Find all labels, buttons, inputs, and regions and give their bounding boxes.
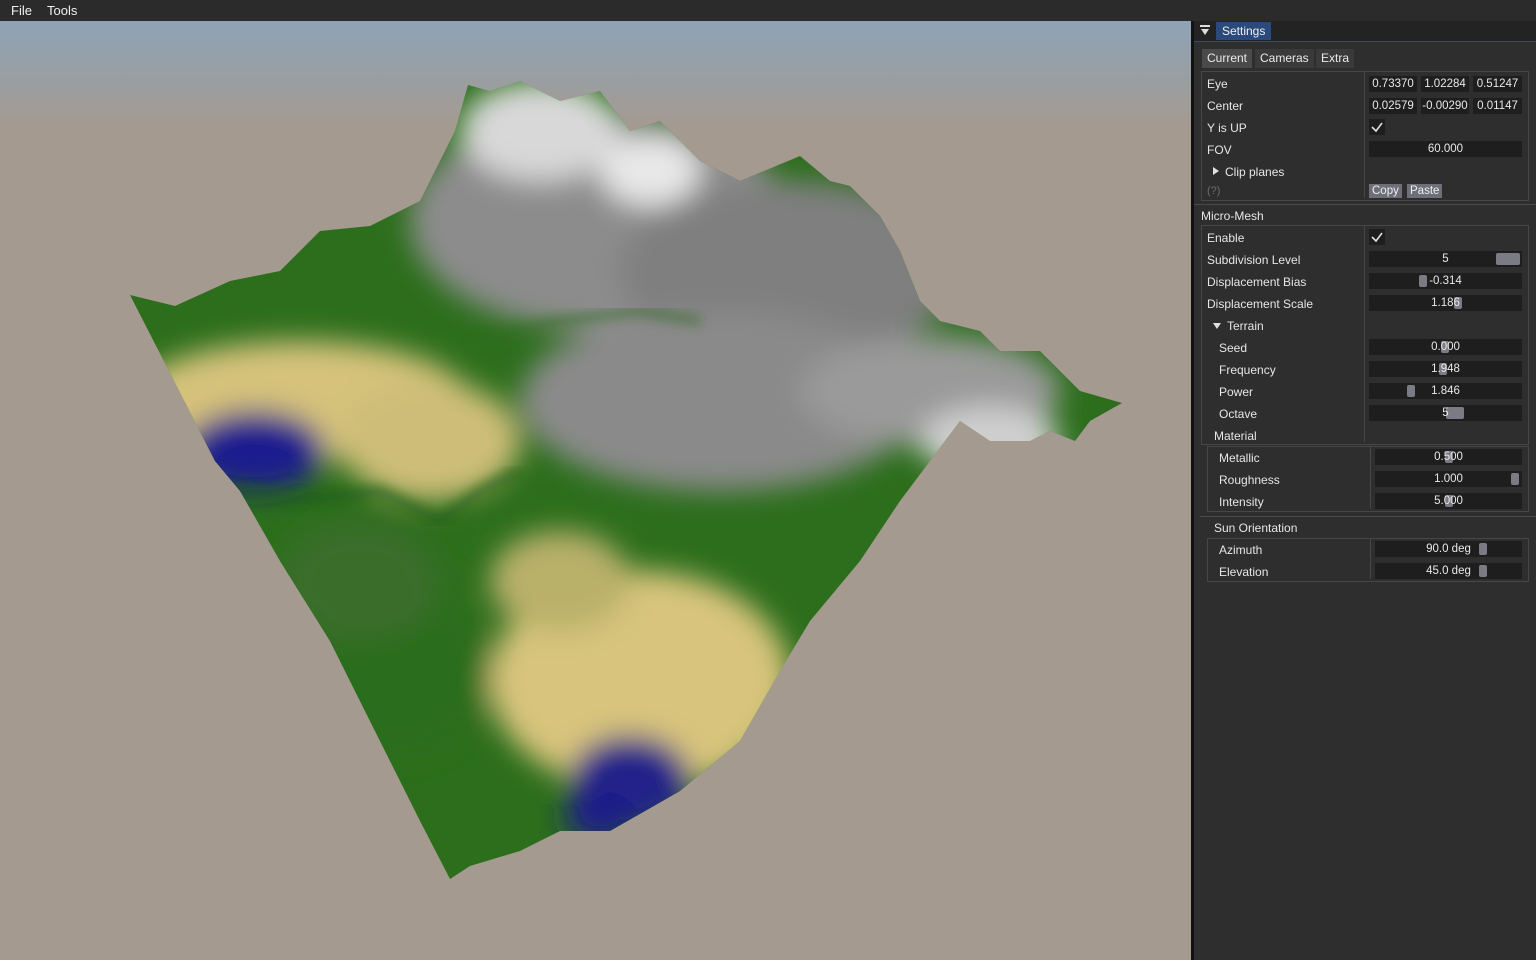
intensity-slider[interactable]: 5.000: [1375, 493, 1522, 509]
yup-checkbox[interactable]: [1369, 119, 1385, 135]
seed-slider[interactable]: 0.000: [1369, 339, 1522, 355]
enable-checkbox[interactable]: [1369, 229, 1385, 245]
center-z-field[interactable]: 0.01147: [1473, 98, 1522, 114]
octave-slider[interactable]: 5: [1369, 405, 1522, 421]
octave-label: Octave: [1219, 407, 1258, 421]
slider-handle: [1419, 275, 1427, 287]
paste-button[interactable]: Paste: [1407, 184, 1443, 198]
help-marker[interactable]: (?): [1207, 185, 1220, 197]
slider-handle: [1479, 543, 1487, 555]
slider-handle: [1496, 253, 1520, 265]
checkmark-icon: [1371, 122, 1383, 133]
sun-header[interactable]: Sun Orientation: [1214, 521, 1297, 535]
bias-label: Displacement Bias: [1207, 275, 1307, 289]
slider-handle: [1407, 385, 1415, 397]
clip-planes-header[interactable]: Clip planes: [1213, 165, 1284, 179]
menu-bar: File Tools: [0, 0, 1536, 21]
eye-label: Eye: [1207, 77, 1228, 91]
subdiv-label: Subdivision Level: [1207, 253, 1301, 267]
enable-label: Enable: [1207, 231, 1245, 245]
tab-cameras[interactable]: Cameras: [1255, 49, 1314, 68]
center-label: Center: [1207, 99, 1244, 113]
fov-field[interactable]: 60.000: [1369, 141, 1522, 157]
power-slider[interactable]: 1.846: [1369, 383, 1522, 399]
slider-handle: [1479, 565, 1487, 577]
tab-current[interactable]: Current: [1202, 49, 1253, 68]
scale-label: Displacement Scale: [1207, 297, 1314, 311]
micromesh-header[interactable]: Micro-Mesh: [1201, 209, 1264, 223]
azimuth-slider[interactable]: 90.0 deg: [1375, 541, 1522, 557]
chevron-down-icon: [1213, 323, 1221, 329]
seed-label: Seed: [1219, 341, 1248, 355]
frequency-label: Frequency: [1219, 363, 1276, 377]
metallic-label: Metallic: [1219, 451, 1260, 465]
3d-viewport[interactable]: [0, 21, 1191, 960]
elevation-label: Elevation: [1219, 565, 1269, 579]
tab-extra[interactable]: Extra: [1316, 49, 1355, 68]
collapse-icon[interactable]: [1200, 25, 1210, 36]
metallic-slider[interactable]: 0.500: [1375, 449, 1522, 465]
eye-y-field[interactable]: 1.02284: [1421, 76, 1469, 92]
terrain-render: [130, 81, 1122, 879]
fov-label: FOV: [1207, 143, 1232, 157]
yup-label: Y is UP: [1207, 121, 1247, 135]
bias-slider[interactable]: -0.314: [1369, 273, 1522, 289]
slider-handle: [1511, 473, 1519, 485]
center-x-field[interactable]: 0.02579: [1369, 98, 1417, 114]
terrain-header[interactable]: Terrain: [1213, 319, 1264, 333]
copy-button[interactable]: Copy: [1369, 184, 1402, 198]
frequency-slider[interactable]: 1.948: [1369, 361, 1522, 377]
panel-titlebar: Settings: [1194, 21, 1536, 42]
scale-slider[interactable]: 1.186: [1369, 295, 1522, 311]
elevation-slider[interactable]: 45.0 deg: [1375, 563, 1522, 579]
power-label: Power: [1219, 385, 1254, 399]
roughness-label: Roughness: [1219, 473, 1280, 487]
menu-tools[interactable]: Tools: [47, 3, 77, 18]
settings-panel: Settings Current Cameras Extra Eye 0.733…: [1194, 21, 1536, 960]
checkmark-icon: [1371, 232, 1383, 243]
subdiv-slider[interactable]: 5: [1369, 251, 1522, 267]
menu-file[interactable]: File: [11, 3, 32, 18]
intensity-label: Intensity: [1219, 495, 1264, 509]
roughness-slider[interactable]: 1.000: [1375, 471, 1522, 487]
settings-tab[interactable]: Settings: [1216, 22, 1272, 40]
azimuth-label: Azimuth: [1219, 543, 1263, 557]
center-y-field[interactable]: -0.00290: [1421, 98, 1469, 114]
eye-z-field[interactable]: 0.51247: [1473, 76, 1522, 92]
chevron-right-icon: [1213, 167, 1219, 175]
material-header[interactable]: Material: [1214, 429, 1257, 443]
eye-x-field[interactable]: 0.73370: [1369, 76, 1417, 92]
